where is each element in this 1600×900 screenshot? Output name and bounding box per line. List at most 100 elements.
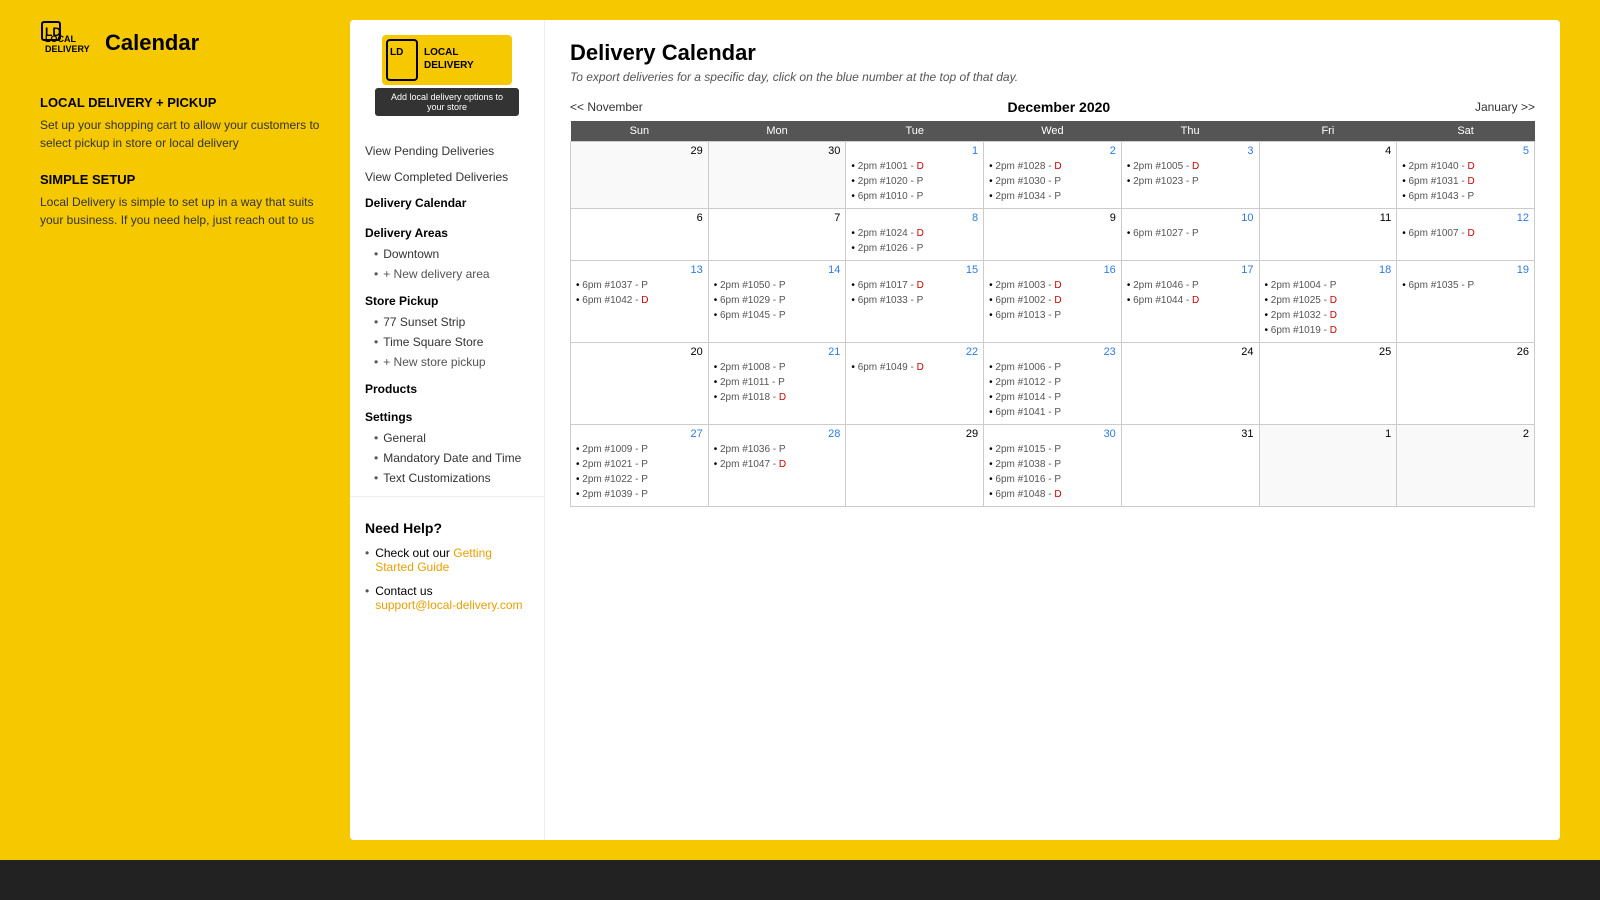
calendar-event: • 2pm #1020 - P bbox=[851, 175, 978, 189]
sidebar-store-sunset[interactable]: 77 Sunset Strip bbox=[350, 312, 544, 332]
simple-setup-title: SIMPLE SETUP bbox=[40, 172, 320, 187]
calendar-event: • 6pm #1002 - D bbox=[989, 294, 1116, 308]
sidebar-settings-general[interactable]: General bbox=[350, 428, 544, 448]
calendar-day: 25 bbox=[1259, 343, 1397, 425]
calendar-event: • 6pm #1010 - P bbox=[851, 190, 978, 204]
calendar-event: • 6pm #1048 - D bbox=[989, 488, 1116, 502]
sidebar-item-pending[interactable]: View Pending Deliveries bbox=[350, 138, 544, 164]
calendar-event: • 2pm #1003 - D bbox=[989, 279, 1116, 293]
calendar-day: 6 bbox=[571, 209, 709, 261]
calendar-day: 1• 2pm #1001 - D• 2pm #1020 - P• 6pm #10… bbox=[846, 142, 984, 209]
calendar-day: 16• 2pm #1003 - D• 6pm #1002 - D• 6pm #1… bbox=[984, 261, 1122, 343]
svg-text:LD: LD bbox=[390, 47, 403, 58]
products-title: Products bbox=[350, 372, 544, 400]
calendar-day: 2 bbox=[1397, 425, 1535, 507]
local-delivery-desc: Set up your shopping cart to allow your … bbox=[40, 116, 320, 152]
next-month-btn[interactable]: January >> bbox=[1475, 100, 1535, 114]
support-email-link[interactable]: support@local-delivery.com bbox=[375, 598, 522, 612]
calendar-day: 13• 6pm #1037 - P• 6pm #1042 - D bbox=[571, 261, 709, 343]
sidebar-area-add[interactable]: + New delivery area bbox=[350, 264, 544, 284]
calendar-day: 21• 2pm #1008 - P• 2pm #1011 - P• 2pm #1… bbox=[708, 343, 846, 425]
calendar-day: 1 bbox=[1259, 425, 1397, 507]
simple-setup-section: SIMPLE SETUP Local Delivery is simple to… bbox=[40, 172, 320, 229]
calendar-day: 11 bbox=[1259, 209, 1397, 261]
calendar-month-title: December 2020 bbox=[643, 99, 1475, 115]
need-help-title: Need Help? bbox=[365, 520, 529, 536]
calendar-event: • 2pm #1040 - D bbox=[1402, 160, 1529, 174]
calendar-day: 7 bbox=[708, 209, 846, 261]
app-title: Calendar bbox=[105, 30, 199, 56]
calendar-event: • 2pm #1036 - P bbox=[714, 443, 841, 457]
calendar-event: • 6pm #1033 - P bbox=[851, 294, 978, 308]
calendar-event: • 6pm #1041 - P bbox=[989, 406, 1116, 420]
calendar-event: • 6pm #1017 - D bbox=[851, 279, 978, 293]
calendar-event: • 6pm #1019 - D bbox=[1265, 324, 1392, 338]
calendar-event: • 2pm #1014 - P bbox=[989, 391, 1116, 405]
calendar-event: • 6pm #1045 - P bbox=[714, 309, 841, 323]
need-help-section: Need Help? Check out our Getting Started… bbox=[350, 505, 544, 612]
calendar-header-sat: Sat bbox=[1397, 121, 1535, 142]
sidebar-store-add[interactable]: + New store pickup bbox=[350, 352, 544, 372]
calendar-day: 9 bbox=[984, 209, 1122, 261]
logo-area: LOCAL DELIVERY LD Calendar bbox=[40, 20, 320, 65]
calendar-week-5: 27• 2pm #1009 - P• 2pm #1021 - P• 2pm #1… bbox=[571, 425, 1535, 507]
getting-started-link[interactable]: Getting Started Guide bbox=[375, 546, 492, 574]
calendar-event: • 6pm #1016 - P bbox=[989, 473, 1116, 487]
calendar-subtitle: To export deliveries for a specific day,… bbox=[570, 70, 1535, 84]
calendar-day: 28• 2pm #1036 - P• 2pm #1047 - D bbox=[708, 425, 846, 507]
prev-month-btn[interactable]: << November bbox=[570, 100, 643, 114]
sidebar-settings-date[interactable]: Mandatory Date and Time bbox=[350, 448, 544, 468]
sidebar-store-timesquare[interactable]: Time Square Store bbox=[350, 332, 544, 352]
calendar-table: SunMonTueWedThuFriSat 29301• 2pm #1001 -… bbox=[570, 121, 1535, 507]
calendar-event: • 6pm #1043 - P bbox=[1402, 190, 1529, 204]
settings-title: Settings bbox=[350, 400, 544, 428]
calendar-event: • 2pm #1009 - P bbox=[576, 443, 703, 457]
calendar-header-tue: Tue bbox=[846, 121, 984, 142]
calendar-day: 18• 2pm #1004 - P• 2pm #1025 - D• 2pm #1… bbox=[1259, 261, 1397, 343]
calendar-week-4: 2021• 2pm #1008 - P• 2pm #1011 - P• 2pm … bbox=[571, 343, 1535, 425]
calendar-event: • 2pm #1008 - P bbox=[714, 361, 841, 375]
add-delivery-btn[interactable]: Add local delivery options to your store bbox=[375, 88, 519, 116]
need-help-guide: Check out our Getting Started Guide bbox=[365, 546, 529, 574]
sidebar-area-downtown[interactable]: Downtown bbox=[350, 244, 544, 264]
calendar-day: 29 bbox=[846, 425, 984, 507]
calendar-day: 29 bbox=[571, 142, 709, 209]
sidebar-item-calendar[interactable]: Delivery Calendar bbox=[350, 190, 544, 216]
calendar-event: • 2pm #1004 - P bbox=[1265, 279, 1392, 293]
calendar-event: • 6pm #1031 - D bbox=[1402, 175, 1529, 189]
calendar-day: 2• 2pm #1028 - D• 2pm #1030 - P• 2pm #10… bbox=[984, 142, 1122, 209]
calendar-day: 20 bbox=[571, 343, 709, 425]
calendar-week-3: 13• 6pm #1037 - P• 6pm #1042 - D14• 2pm … bbox=[571, 261, 1535, 343]
calendar-event: • 2pm #1018 - D bbox=[714, 391, 841, 405]
calendar-event: • 2pm #1028 - D bbox=[989, 160, 1116, 174]
calendar-event: • 2pm #1050 - P bbox=[714, 279, 841, 293]
need-help-contact: Contact ussupport@local-delivery.com bbox=[365, 584, 529, 612]
calendar-event: • 2pm #1030 - P bbox=[989, 175, 1116, 189]
calendar-event: • 2pm #1023 - P bbox=[1127, 175, 1254, 189]
sidebar-logo: LD LOCAL DELIVERY Add local delivery opt… bbox=[350, 35, 544, 138]
calendar-event: • 2pm #1006 - P bbox=[989, 361, 1116, 375]
calendar-week-2: 678• 2pm #1024 - D• 2pm #1026 - P910• 6p… bbox=[571, 209, 1535, 261]
calendar-event: • 6pm #1049 - D bbox=[851, 361, 978, 375]
calendar-event: • 2pm #1021 - P bbox=[576, 458, 703, 472]
sidebar-settings-text[interactable]: Text Customizations bbox=[350, 468, 544, 488]
calendar-event: • 2pm #1022 - P bbox=[576, 473, 703, 487]
calendar-day: 19• 6pm #1035 - P bbox=[1397, 261, 1535, 343]
calendar-day: 14• 2pm #1050 - P• 6pm #1029 - P• 6pm #1… bbox=[708, 261, 846, 343]
calendar-day: 30• 2pm #1015 - P• 2pm #1038 - P• 6pm #1… bbox=[984, 425, 1122, 507]
calendar-event: • 6pm #1007 - D bbox=[1402, 227, 1529, 241]
svg-text:LD: LD bbox=[45, 25, 61, 39]
calendar-event: • 6pm #1027 - P bbox=[1127, 227, 1254, 241]
calendar-day: 5• 2pm #1040 - D• 6pm #1031 - D• 6pm #10… bbox=[1397, 142, 1535, 209]
calendar-day: 17• 2pm #1046 - P• 6pm #1044 - D bbox=[1121, 261, 1259, 343]
calendar-event: • 2pm #1034 - P bbox=[989, 190, 1116, 204]
sidebar: LD LOCAL DELIVERY Add local delivery opt… bbox=[350, 20, 545, 840]
sidebar-item-completed[interactable]: View Completed Deliveries bbox=[350, 164, 544, 190]
calendar-day: 27• 2pm #1009 - P• 2pm #1021 - P• 2pm #1… bbox=[571, 425, 709, 507]
calendar-day: 30 bbox=[708, 142, 846, 209]
calendar-event: • 2pm #1005 - D bbox=[1127, 160, 1254, 174]
right-panel: LD LOCAL DELIVERY Add local delivery opt… bbox=[350, 20, 1560, 840]
calendar-header-sun: Sun bbox=[571, 121, 709, 142]
calendar-day: 3• 2pm #1005 - D• 2pm #1023 - P bbox=[1121, 142, 1259, 209]
footer-bar bbox=[0, 860, 1600, 900]
